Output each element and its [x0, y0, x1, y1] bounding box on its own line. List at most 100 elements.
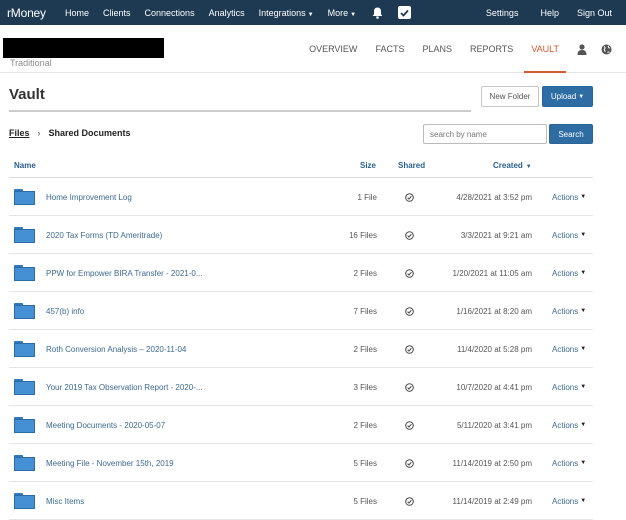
search-button[interactable]: Search	[549, 124, 593, 144]
table-row[interactable]: Meeting Documents - 2020-05-07 2 Files 5…	[9, 406, 593, 444]
actions-dropdown[interactable]: Actions ▼	[552, 292, 586, 330]
globe-icon[interactable]	[601, 44, 612, 55]
shared-check-icon	[405, 482, 414, 520]
nav-right-menu: Settings Help Sign Out	[486, 8, 624, 18]
table-row[interactable]: Misc Items 5 Files 11/14/2019 at 2:49 pm…	[9, 482, 593, 520]
caret-down-icon: ▼	[580, 422, 587, 428]
chevron-right-icon: ›	[37, 128, 41, 138]
folder-created: 3/3/2021 at 9:21 am	[460, 230, 532, 240]
actions-dropdown[interactable]: Actions ▼	[552, 330, 586, 368]
actions-label: Actions	[552, 458, 579, 468]
folder-icon	[14, 189, 35, 205]
nav-clients[interactable]: Clients	[103, 8, 131, 18]
folder-created: 1/20/2021 at 11:05 am	[452, 268, 532, 278]
tab-plans[interactable]: PLANS	[422, 25, 452, 73]
nav-integrations[interactable]: Integrations ▼	[259, 8, 314, 18]
nav-connections[interactable]: Connections	[145, 8, 195, 18]
folder-name[interactable]: Your 2019 Tax Observation Report - 2020-…	[46, 368, 203, 406]
folder-created: 11/14/2019 at 2:49 pm	[452, 496, 532, 506]
shared-check-icon	[405, 368, 414, 406]
table-row[interactable]: 2020 Tax Forms (TD Ameritrade) 16 Files …	[9, 216, 593, 254]
folder-name[interactable]: Meeting File - November 15th, 2019	[46, 444, 174, 482]
folder-name[interactable]: Misc Items	[46, 482, 84, 520]
header-created[interactable]: Created ▼	[493, 161, 532, 170]
caret-down-icon: ▼	[580, 498, 587, 504]
shared-check-icon	[405, 292, 414, 330]
table-row[interactable]: Roth Conversion Analysis – 2020-11-04 2 …	[9, 330, 593, 368]
actions-dropdown[interactable]: Actions ▼	[552, 254, 586, 292]
bell-icon[interactable]	[370, 6, 384, 20]
folder-created: 5/11/2020 at 3:41 pm	[456, 420, 532, 430]
files-table: Name Size Shared Created ▼ Home Improveme…	[9, 153, 593, 520]
nav-help[interactable]: Help	[540, 8, 559, 18]
header-name[interactable]: Name	[14, 161, 36, 170]
caret-down-icon: ▼	[307, 11, 314, 18]
client-type-label: Traditional	[10, 58, 52, 68]
breadcrumb: Files › Shared Documents	[9, 128, 131, 138]
table-header: Name Size Shared Created ▼	[9, 153, 593, 178]
nav-integrations-label: Integrations	[258, 7, 306, 18]
actions-dropdown[interactable]: Actions ▼	[552, 444, 586, 482]
caret-down-icon: ▼	[578, 93, 585, 100]
actions-dropdown[interactable]: Actions ▼	[552, 178, 586, 216]
table-row[interactable]: 457(b) info 7 Files 1/16/2021 at 8:20 am…	[9, 292, 593, 330]
folder-name[interactable]: Roth Conversion Analysis – 2020-11-04	[46, 330, 186, 368]
actions-dropdown[interactable]: Actions ▼	[552, 216, 586, 254]
breadcrumb-files-link[interactable]: Files	[9, 128, 30, 138]
folder-created: 11/14/2019 at 2:50 pm	[452, 458, 532, 468]
actions-dropdown[interactable]: Actions ▼	[552, 368, 586, 406]
table-body: Home Improvement Log 1 File 4/28/2021 at…	[9, 178, 593, 520]
checkbox-icon[interactable]	[398, 6, 412, 19]
folder-size: 3 Files	[353, 382, 377, 392]
folder-name[interactable]: PPW for Empower BIRA Transfer - 2021-0..…	[46, 254, 203, 292]
table-row[interactable]: PPW for Empower BIRA Transfer - 2021-0..…	[9, 254, 593, 292]
table-row[interactable]: Meeting File - November 15th, 2019 5 Fil…	[9, 444, 593, 482]
folder-name[interactable]: 457(b) info	[46, 292, 84, 330]
folder-icon-cell	[14, 216, 35, 254]
actions-dropdown[interactable]: Actions ▼	[552, 482, 586, 520]
upload-button[interactable]: Upload ▼	[542, 86, 593, 107]
tab-facts[interactable]: FACTS	[375, 25, 404, 73]
person-icon[interactable]	[577, 43, 587, 55]
folder-size: 5 Files	[353, 458, 377, 468]
header-size[interactable]: Size	[360, 161, 376, 170]
search-input[interactable]	[423, 124, 547, 144]
tab-reports[interactable]: REPORTS	[470, 25, 513, 73]
table-row[interactable]: Your 2019 Tax Observation Report - 2020-…	[9, 368, 593, 406]
folder-created: 4/28/2021 at 3:52 pm	[456, 192, 532, 202]
header-shared[interactable]: Shared	[398, 161, 425, 170]
nav-analytics[interactable]: Analytics	[209, 8, 245, 18]
tab-overview[interactable]: OVERVIEW	[309, 25, 357, 73]
tab-vault[interactable]: VAULT	[524, 25, 566, 73]
actions-dropdown[interactable]: Actions ▼	[552, 406, 586, 444]
nav-settings[interactable]: Settings	[486, 8, 519, 18]
folder-name[interactable]: 2020 Tax Forms (TD Ameritrade)	[46, 216, 162, 254]
nav-menu: Home Clients Connections Analytics Integ…	[65, 6, 412, 20]
nav-home[interactable]: Home	[65, 8, 89, 18]
nav-sign-out[interactable]: Sign Out	[577, 8, 612, 18]
folder-icon-cell	[14, 406, 35, 444]
shared-check-icon	[405, 216, 414, 254]
folder-icon-cell	[14, 254, 35, 292]
brand-logo[interactable]: rMoney	[7, 6, 55, 20]
folder-icon-cell	[14, 482, 35, 520]
redacted-client-name	[3, 38, 164, 58]
folder-icon	[14, 265, 35, 281]
actions-label: Actions	[552, 306, 579, 316]
folder-icon	[14, 493, 35, 509]
folder-icon-cell	[14, 368, 35, 406]
folder-name[interactable]: Home Improvement Log	[46, 178, 132, 216]
shared-check-icon	[405, 406, 414, 444]
client-header: Traditional OVERVIEW FACTS PLANS REPORTS…	[0, 25, 626, 73]
table-row[interactable]: Home Improvement Log 1 File 4/28/2021 at…	[9, 178, 593, 216]
actions-label: Actions	[552, 382, 579, 392]
shared-check-icon	[405, 254, 414, 292]
caret-down-icon: ▼	[580, 346, 587, 352]
actions-label: Actions	[552, 230, 579, 240]
folder-name[interactable]: Meeting Documents - 2020-05-07	[46, 406, 165, 444]
folder-icon	[14, 303, 35, 319]
breadcrumb-current: Shared Documents	[48, 128, 131, 138]
new-folder-button[interactable]: New Folder	[481, 86, 539, 107]
nav-more[interactable]: More ▼	[328, 8, 356, 18]
top-nav: rMoney Home Clients Connections Analytic…	[0, 0, 626, 25]
